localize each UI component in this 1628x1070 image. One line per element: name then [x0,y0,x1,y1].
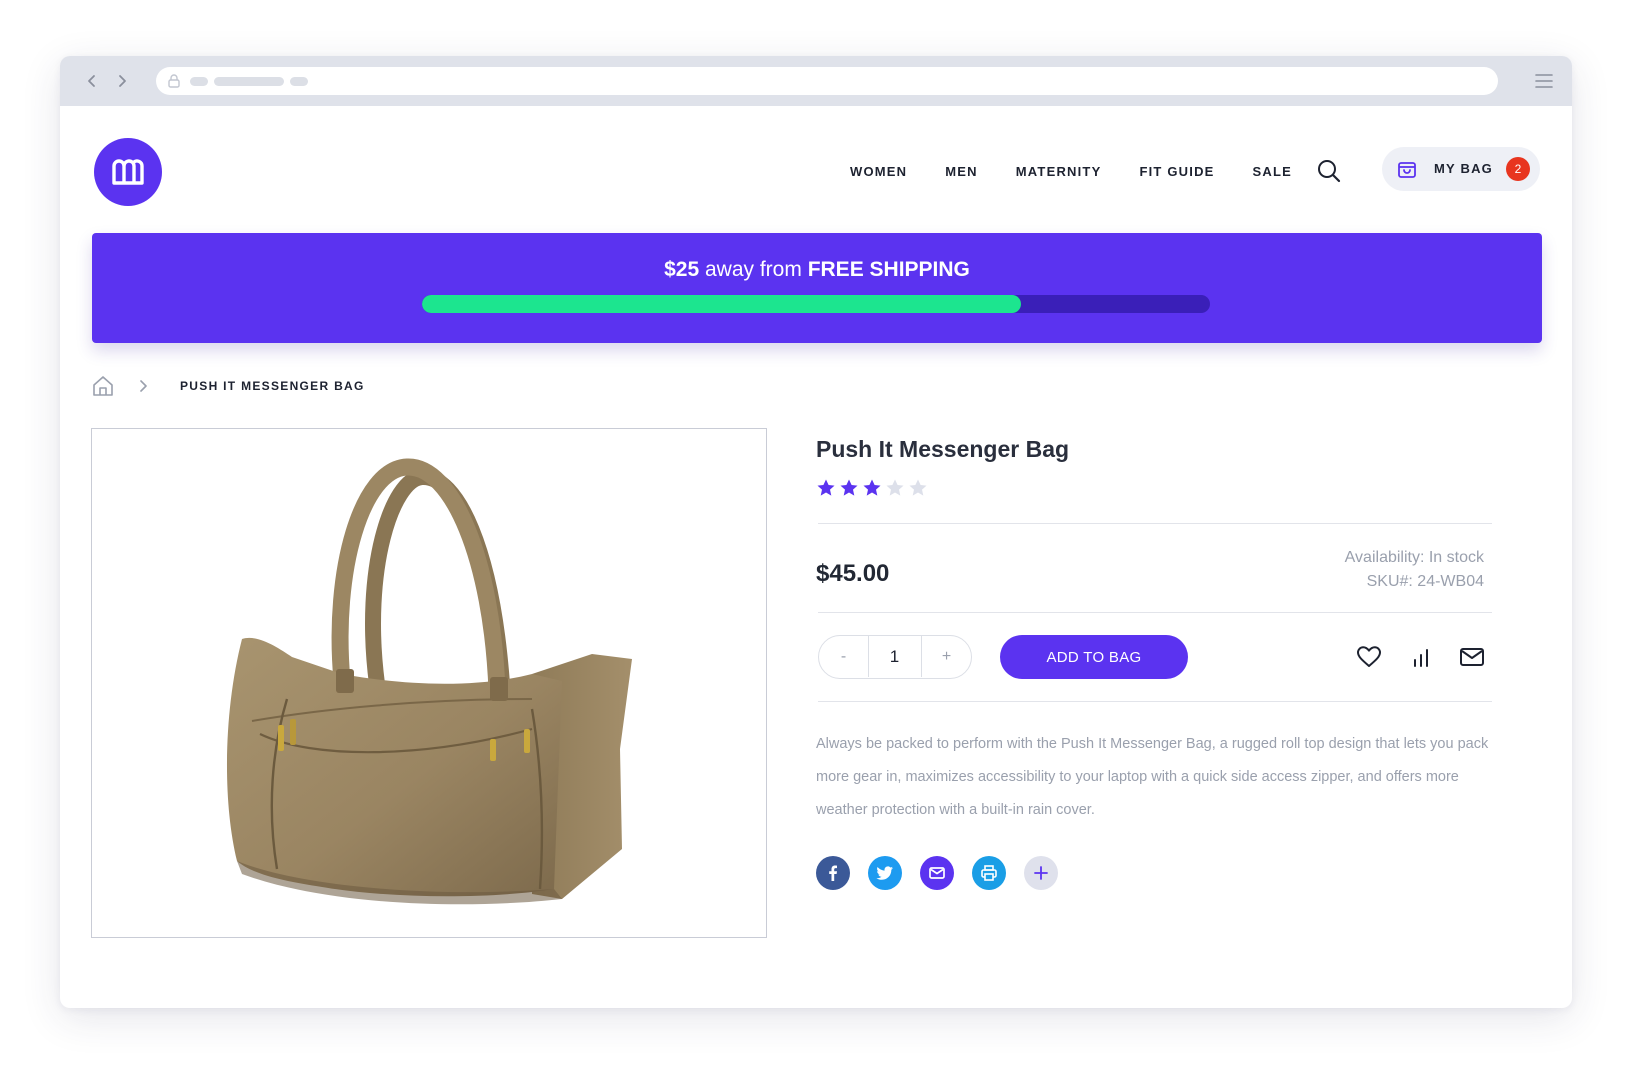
quantity-decrease-button[interactable]: - [819,636,869,677]
rating-stars [816,478,928,498]
breadcrumb: PUSH IT MESSENGER BAG [90,372,365,400]
product-price: $45.00 [816,560,890,587]
quantity-value[interactable]: 1 [869,636,920,677]
nav-item-women[interactable]: WOMEN [850,164,907,179]
email-share-icon[interactable] [920,856,954,890]
shopping-bag-icon [1398,162,1416,178]
stock-info: Availability: In stock SKU#: 24-WB04 [1345,546,1484,594]
facebook-icon[interactable] [816,856,850,890]
address-bar[interactable] [156,67,1498,95]
share-buttons [816,856,1058,890]
url-placeholder [190,77,208,86]
star-icon [840,479,858,496]
sku-text: SKU#: 24-WB04 [1366,573,1484,590]
quantity-increase-button[interactable]: + [921,636,971,677]
shipping-progress-track [422,295,1210,313]
logo-m-icon[interactable] [94,138,162,206]
quantity-stepper: - 1 + [818,635,972,679]
nav-item-sale[interactable]: SALE [1253,164,1292,179]
forward-icon[interactable] [110,68,134,94]
back-icon[interactable] [80,68,104,94]
breadcrumb-current: PUSH IT MESSENGER BAG [180,379,365,393]
browser-window: WOMEN MEN MATERNITY FIT GUIDE SALE MY BA… [60,56,1572,1008]
url-placeholder [290,77,308,86]
search-icon[interactable] [1316,158,1342,184]
nav-item-men[interactable]: MEN [945,164,978,179]
my-bag-button[interactable]: MY BAG 2 [1382,147,1540,191]
product-description: Always be packed to perform with the Pus… [816,736,1489,818]
mail-icon[interactable] [1459,644,1485,670]
hamburger-menu-icon[interactable] [1534,71,1554,91]
nav-item-fit-guide[interactable]: FIT GUIDE [1139,164,1214,179]
availability-text: Availability: In stock [1344,549,1484,566]
lock-icon [168,74,180,88]
plus-icon[interactable] [1024,856,1058,890]
shipping-amount: $25 [664,258,700,281]
browser-toolbar [60,56,1572,106]
bar-chart-icon[interactable] [1408,644,1434,670]
add-to-bag-button[interactable]: ADD TO BAG [1000,635,1188,679]
star-icon [886,479,904,496]
divider [818,701,1492,702]
heart-icon[interactable] [1356,644,1382,670]
shipping-middle-text: away from [699,258,808,281]
bag-label: MY BAG [1434,161,1493,176]
product-image [226,458,632,905]
shipping-message: $25 away from FREE SHIPPING [92,258,1542,282]
star-icon [863,479,881,496]
main-navigation: WOMEN MEN MATERNITY FIT GUIDE SALE [850,164,1330,179]
print-icon[interactable] [972,856,1006,890]
page: WOMEN MEN MATERNITY FIT GUIDE SALE MY BA… [0,0,1628,1070]
url-placeholder [214,77,284,86]
product-title: Push It Messenger Bag [816,436,1070,462]
bag-count-badge: 2 [1506,157,1530,181]
twitter-icon[interactable] [868,856,902,890]
star-icon [909,479,927,496]
divider [818,523,1492,524]
shipping-progress-fill [422,295,1021,313]
star-icon [817,479,835,496]
home-icon[interactable] [90,373,116,399]
shipping-emphasis: FREE SHIPPING [807,258,970,281]
free-shipping-banner: $25 away from FREE SHIPPING [92,233,1542,343]
nav-item-maternity[interactable]: MATERNITY [1016,164,1102,179]
divider [818,612,1492,613]
chevron-right-icon [140,380,147,392]
product-image-frame[interactable] [91,428,767,938]
